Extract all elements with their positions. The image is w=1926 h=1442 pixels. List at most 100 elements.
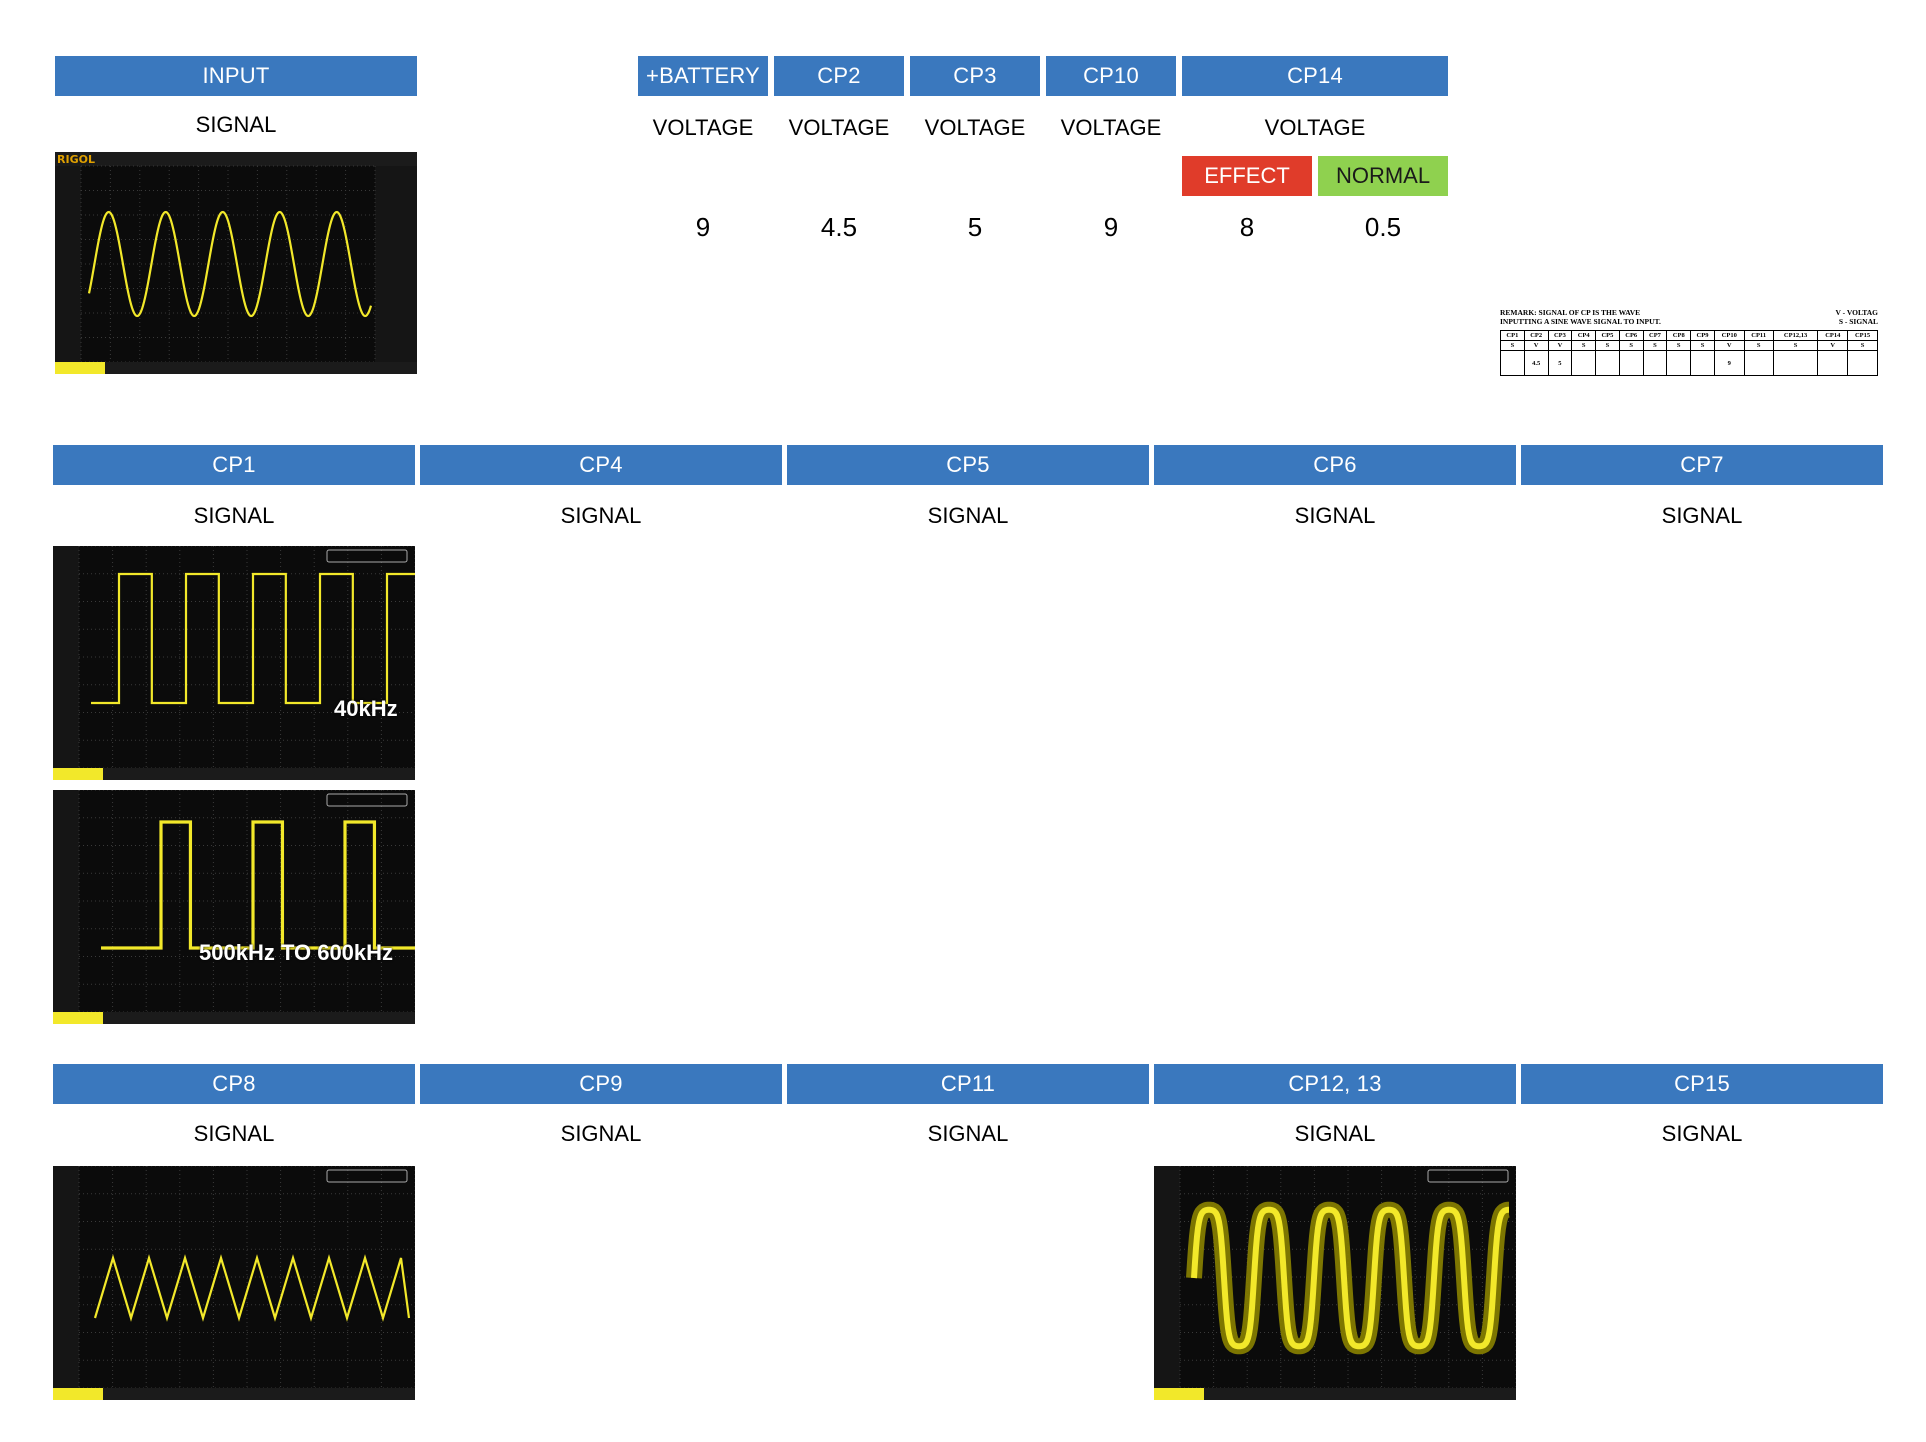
reference-cell: 9 [1713, 350, 1745, 376]
reference-cell: S [1642, 340, 1668, 351]
reference-remark-1: REMARK: SIGNAL OF CP IS THE WAVE [1500, 308, 1641, 317]
cp14-header: CP14 [1182, 56, 1448, 96]
reference-cell: CP4 [1571, 330, 1597, 341]
cp3-voltage-label: VOLTAGE [924, 115, 1026, 140]
cp5-header: CP5 [787, 445, 1149, 485]
reference-cell: CP14 [1817, 330, 1849, 341]
reference-cell: S [1743, 340, 1774, 351]
cp9-signal-label: SIGNAL [560, 1121, 642, 1146]
cp15-header: CP15 [1521, 1064, 1883, 1104]
cp2-voltage-label: VOLTAGE [788, 115, 890, 140]
reference-cell: CP5 [1595, 330, 1620, 341]
reference-remark-2: INPUTTING A SINE WAVE SIGNAL TO INPUT. [1500, 317, 1661, 326]
reference-cell: S [1847, 340, 1878, 351]
input-signal-label: SIGNAL [195, 112, 277, 137]
reference-cell: CP15 [1847, 330, 1878, 341]
reference-cell [1743, 350, 1774, 376]
cp10-voltage-label: VOLTAGE [1060, 115, 1162, 140]
reference-grid-table: CP1 CP2 CP3 CP4 CP5 CP6 CP7 CP8 CP9 CP10 CP11 CP12,… [1500, 330, 1878, 376]
cp6-signal-label: SIGNAL [1294, 503, 1376, 528]
cp1-scope-40khz: 40kHz [53, 546, 415, 780]
reference-cell [1642, 350, 1668, 376]
cp10-header: CP10 [1046, 56, 1176, 96]
reference-cell [1595, 350, 1620, 376]
reference-cell: V [1547, 340, 1573, 351]
cp11-header: CP11 [787, 1064, 1149, 1104]
reference-cell: V [1523, 340, 1549, 351]
reference-cell: 5 [1547, 350, 1573, 376]
cp14-voltage-label: VOLTAGE [1264, 115, 1366, 140]
battery-voltage-label: VOLTAGE [652, 115, 754, 140]
cp4-signal-label: SIGNAL [560, 503, 642, 528]
reference-cell: S [1618, 340, 1644, 351]
cp12-13-header: CP12, 13 [1154, 1064, 1516, 1104]
cp10-voltage-value: 9 [1103, 212, 1119, 242]
cp7-signal-label: SIGNAL [1661, 503, 1743, 528]
cp2-header: CP2 [774, 56, 904, 96]
reference-cell: S [1595, 340, 1620, 351]
reference-cell: S [1666, 340, 1692, 351]
cp7-header: CP7 [1521, 445, 1883, 485]
reference-cell [1772, 350, 1819, 376]
cp8-scope-svg [53, 1166, 415, 1400]
cp14-effect-value: 8 [1239, 212, 1255, 242]
cp6-header: CP6 [1154, 445, 1516, 485]
reference-cell: V [1713, 340, 1745, 351]
reference-cell: CP3 [1547, 330, 1573, 341]
cp1-scope-500khz: 500kHz TO 600kHz [53, 790, 415, 1024]
reference-cell: CP9 [1690, 330, 1715, 341]
reference-cell [1690, 350, 1715, 376]
input-scope-svg: RIGOL [55, 152, 417, 374]
cp4-header: CP4 [420, 445, 782, 485]
reference-cell [1500, 350, 1525, 376]
reference-cell [1817, 350, 1849, 376]
reference-cell: S [1690, 340, 1715, 351]
reference-cell [1571, 350, 1597, 376]
reference-legend-v: V - VOLTAG [1835, 308, 1878, 317]
reference-cell: S [1772, 340, 1819, 351]
cp14-effect-tag: EFFECT [1182, 156, 1312, 196]
cp9-header: CP9 [420, 1064, 782, 1104]
reference-cell: CP10 [1713, 330, 1745, 341]
reference-cell: S [1500, 340, 1525, 351]
cp12-13-scope [1154, 1166, 1516, 1400]
cp8-header: CP8 [53, 1064, 415, 1104]
reference-cell: CP7 [1642, 330, 1668, 341]
reference-table: REMARK: SIGNAL OF CP IS THE WAVE INPUTTI… [1500, 306, 1882, 388]
reference-cell: CP6 [1618, 330, 1644, 341]
cp11-signal-label: SIGNAL [927, 1121, 1009, 1146]
cp14-normal-tag: NORMAL [1318, 156, 1448, 196]
battery-header: +BATTERY [638, 56, 768, 96]
input-header: INPUT [55, 56, 417, 96]
cp2-voltage-value: 4.5 [820, 212, 858, 242]
cp1-scope-500khz-svg [53, 790, 415, 1024]
cp3-header: CP3 [910, 56, 1040, 96]
cp5-signal-label: SIGNAL [927, 503, 1009, 528]
reference-cell [1618, 350, 1644, 376]
scope-brand: RIGOL [57, 153, 95, 166]
reference-cell: CP12,13 [1772, 330, 1819, 341]
cp8-signal-label: SIGNAL [193, 1121, 275, 1146]
cp1-note-500khz: 500kHz TO 600kHz [199, 940, 394, 965]
cp1-signal-label: SIGNAL [193, 503, 275, 528]
cp14-normal-value: 0.5 [1364, 212, 1402, 242]
cp1-note-40khz: 40kHz [334, 696, 398, 721]
reference-cell: S [1571, 340, 1597, 351]
reference-cell: CP2 [1523, 330, 1549, 341]
reference-cell: CP1 [1500, 330, 1525, 341]
cp15-signal-label: SIGNAL [1661, 1121, 1743, 1146]
battery-voltage-value: 9 [695, 212, 711, 242]
reference-cell: 4.5 [1523, 350, 1549, 376]
cp3-voltage-value: 5 [967, 212, 983, 242]
cp12-13-signal-label: SIGNAL [1294, 1121, 1376, 1146]
reference-cell [1666, 350, 1692, 376]
cp8-scope [53, 1166, 415, 1400]
reference-legend-s: S - SIGNAL [1838, 317, 1878, 326]
reference-cell: CP8 [1666, 330, 1692, 341]
reference-cell: CP11 [1743, 330, 1774, 341]
reference-grid: CP1 CP2 CP3 CP4 CP5 CP6 CP7 CP8 CP9 CP10 CP11 CP12,… [1500, 330, 1880, 386]
reference-cell: V [1817, 340, 1849, 351]
reference-cell [1847, 350, 1878, 376]
cp1-header: CP1 [53, 445, 415, 485]
input-scope-image: RIGOL [55, 152, 417, 374]
